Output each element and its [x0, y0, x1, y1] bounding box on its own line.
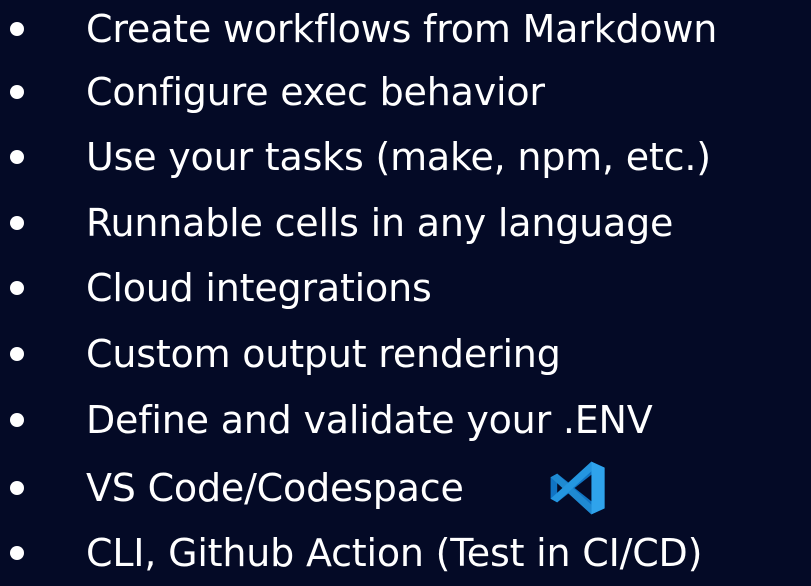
- list-item-label: Use your tasks (make, npm, etc.): [86, 135, 711, 179]
- list-item-configure-exec: Configure exec behavior: [0, 59, 811, 125]
- bullet-icon: [10, 413, 24, 427]
- bullet-icon: [10, 22, 24, 36]
- list-item-define-env: Define and validate your .ENV: [0, 387, 811, 453]
- bullet-icon: [10, 150, 24, 164]
- bullet-icon: [10, 546, 24, 560]
- list-item-runnable-cells: Runnable cells in any language: [0, 190, 811, 256]
- list-item-custom-output: Custom output rendering: [0, 321, 811, 387]
- bullet-icon: [10, 347, 24, 361]
- list-item-label: Cloud integrations: [86, 266, 432, 310]
- list-item-label: Runnable cells in any language: [86, 201, 674, 245]
- vscode-logo-icon: [547, 458, 607, 518]
- list-item-vs-code: VS Code/Codespace: [0, 455, 811, 521]
- bullet-icon: [10, 281, 24, 295]
- list-item-label: Custom output rendering: [86, 332, 561, 376]
- list-item-create-workflows: Create workflows from Markdown: [0, 0, 811, 62]
- list-item-label: Configure exec behavior: [86, 70, 545, 114]
- list-item-label: Create workflows from Markdown: [86, 7, 718, 51]
- list-item-label: Define and validate your .ENV: [86, 398, 653, 442]
- list-item-use-tasks: Use your tasks (make, npm, etc.): [0, 124, 811, 190]
- bullet-icon: [10, 216, 24, 230]
- list-item-cli-github-action: CLI, Github Action (Test in CI/CD): [0, 520, 811, 586]
- feature-list: Create workflows from Markdown Configure…: [0, 0, 811, 578]
- list-item-label: VS Code/Codespace: [86, 466, 464, 510]
- list-item-label: CLI, Github Action (Test in CI/CD): [86, 531, 703, 575]
- list-item-cloud-integrations: Cloud integrations: [0, 255, 811, 321]
- bullet-icon: [10, 85, 24, 99]
- bullet-icon: [10, 481, 24, 495]
